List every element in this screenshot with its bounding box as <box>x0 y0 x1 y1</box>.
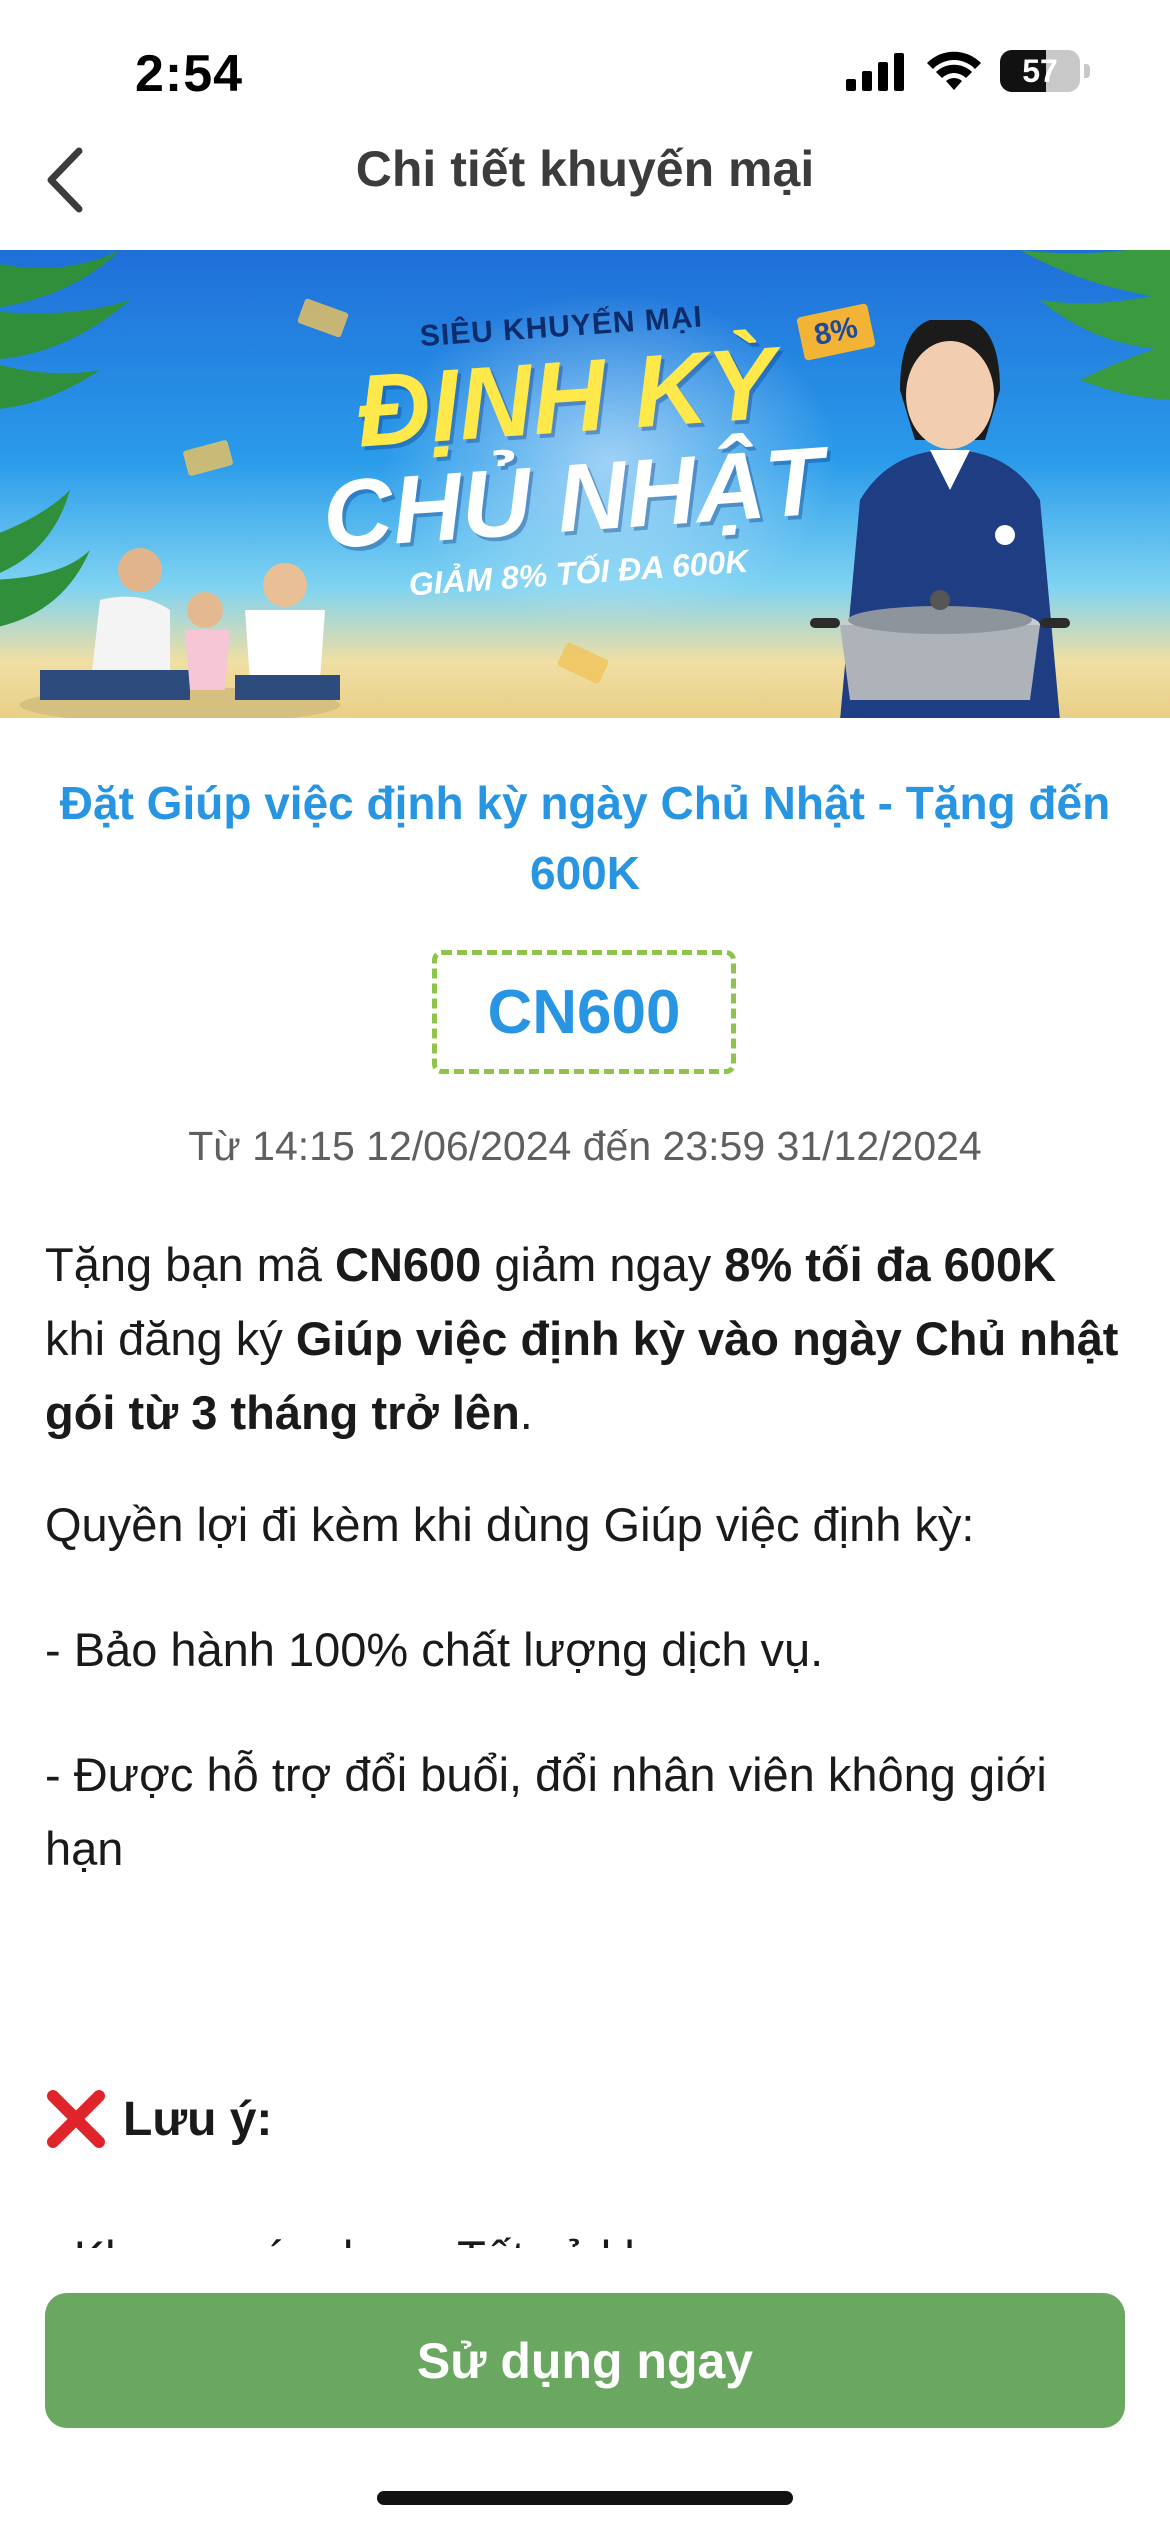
nav-bar: Chi tiết khuyến mại <box>0 110 1170 250</box>
page-title: Chi tiết khuyến mại <box>355 141 815 197</box>
bottom-action-panel: Sử dụng ngay <box>0 2248 1170 2532</box>
description-code: CN600 <box>335 1238 482 1291</box>
promo-banner: SIÊU KHUYẾN MẠI ĐỊNH KỲ CHỦ NHẬT GIẢM 8%… <box>0 250 1170 718</box>
status-icons: 57 <box>846 50 1090 92</box>
benefit-item: - Được hỗ trợ đổi buổi, đổi nhân viên kh… <box>45 1748 1047 1875</box>
promo-code[interactable]: CN600 <box>432 950 736 1074</box>
banner-headline: SIÊU KHUYẾN MẠI ĐỊNH KỲ CHỦ NHẬT GIẢM 8%… <box>271 290 869 612</box>
home-indicator <box>377 2491 793 2505</box>
signal-icon <box>846 53 904 91</box>
description-discount: 8% tối đa 600K <box>724 1238 1057 1291</box>
promo-validity: Từ 14:15 12/06/2024 đến 23:59 31/12/2024 <box>188 1123 982 1169</box>
wifi-icon <box>927 51 981 90</box>
promo-description: Tặng bạn mã CN600 giảm ngay 8% tối đa 60… <box>45 1238 1119 1439</box>
use-now-button[interactable]: Sử dụng ngay <box>45 2293 1125 2428</box>
cross-mark-icon <box>47 2090 105 2148</box>
staff-with-pot-image <box>810 320 1070 718</box>
note-label: Lưu ý: <box>123 2092 273 2146</box>
status-time: 2:54 <box>135 45 244 103</box>
battery-level: 57 <box>1022 53 1058 89</box>
note-heading: Lưu ý: <box>45 2088 272 2150</box>
benefits-heading: Quyền lợi đi kèm khi dùng Giúp việc định… <box>45 1498 975 1551</box>
benefit-item: - Bảo hành 100% chất lượng dịch vụ. <box>45 1623 824 1676</box>
battery-icon: 57 <box>1000 50 1080 92</box>
promo-title: Đặt Giúp việc định kỳ ngày Chủ Nhật - Tặ… <box>59 777 1111 899</box>
